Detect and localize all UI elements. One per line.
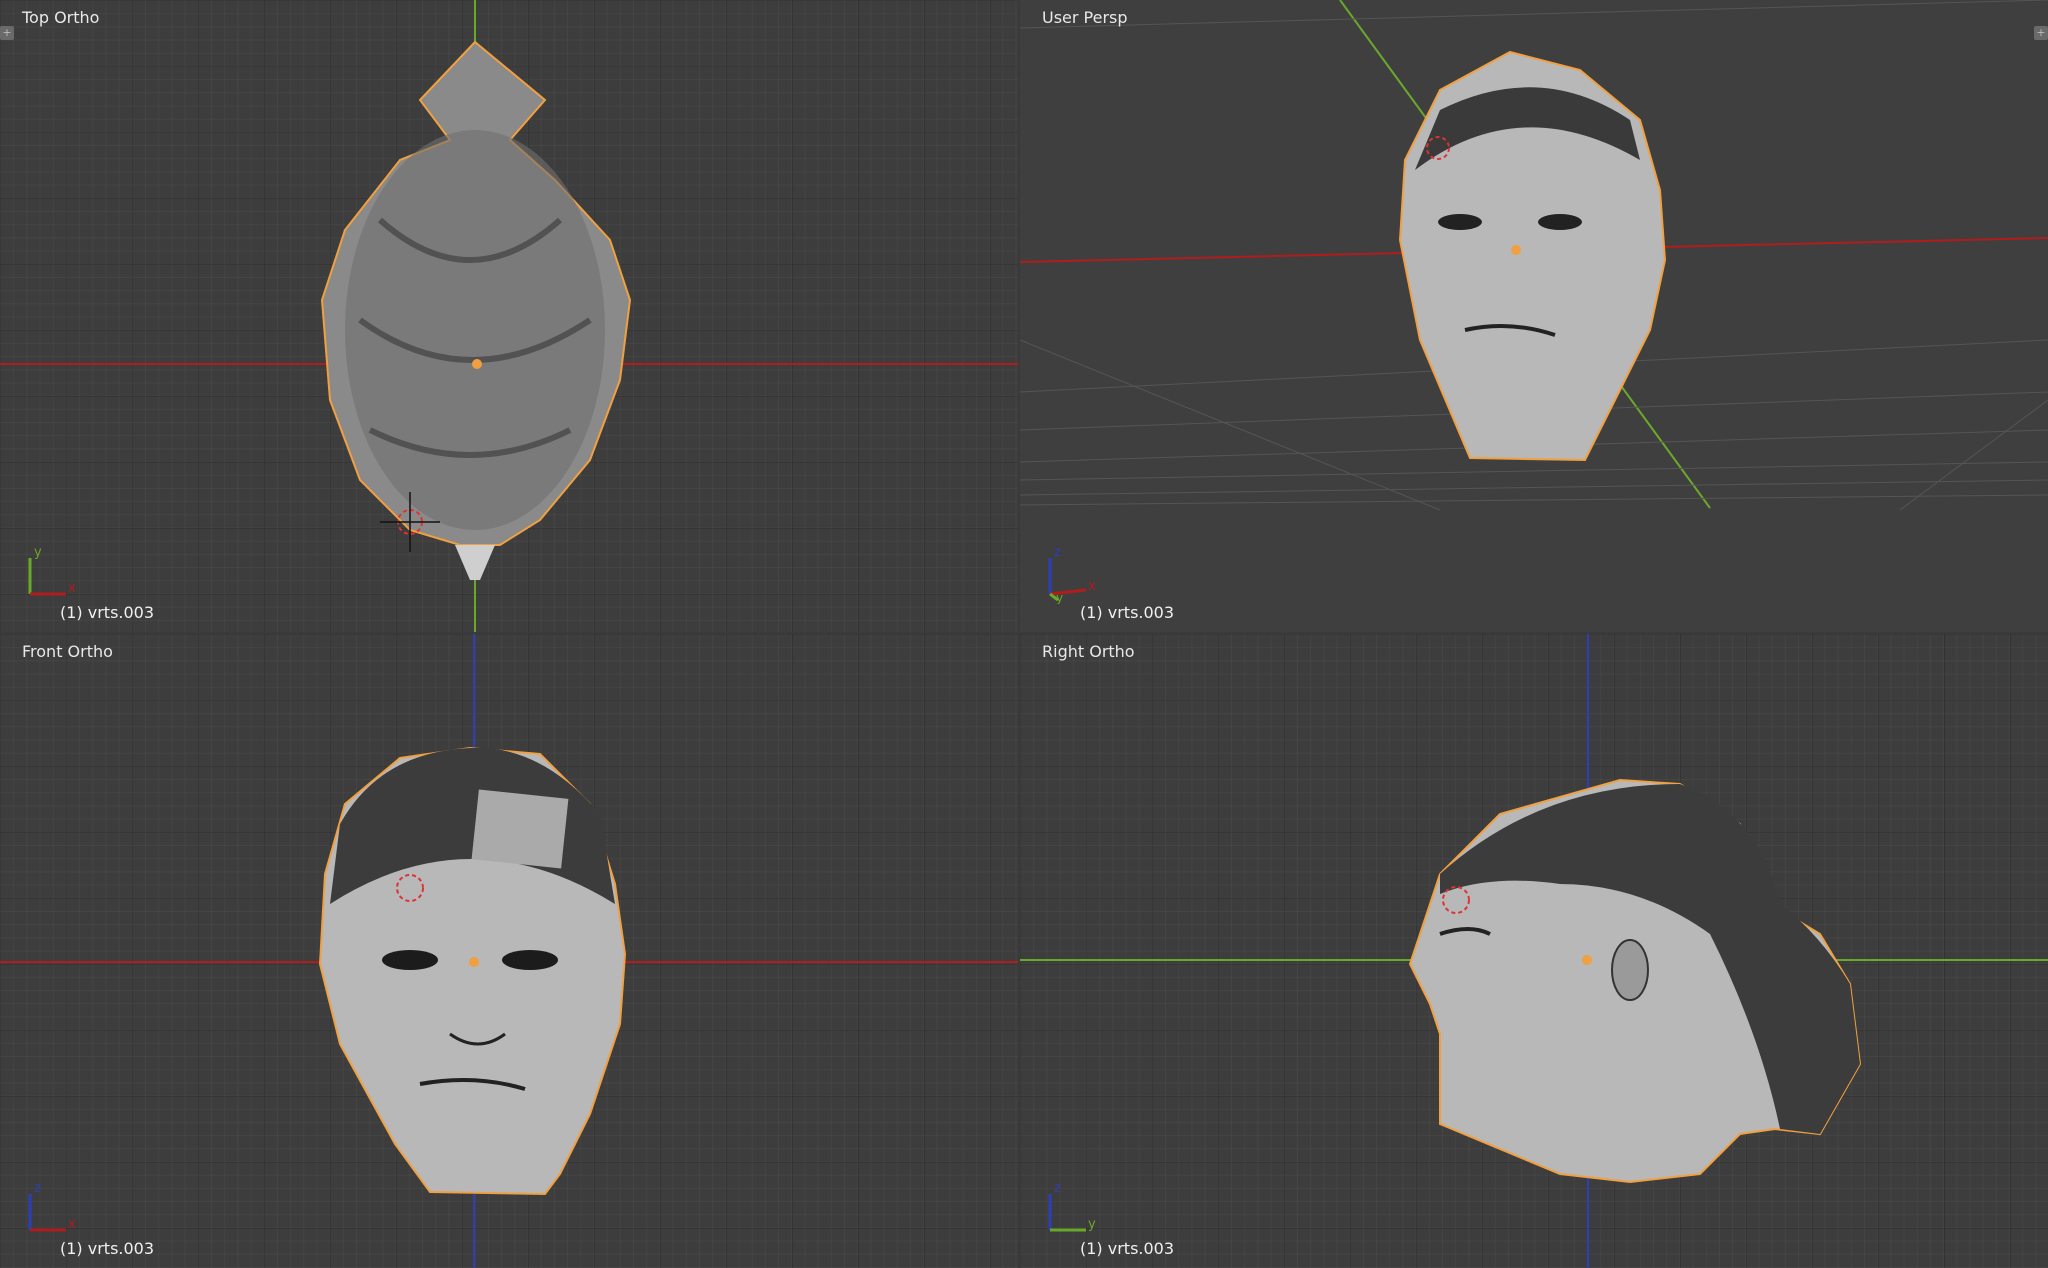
viewport-title: User Persp [1042,8,1128,27]
viewport-user-persp[interactable]: + User Persp z x y (1) vrts.003 [1020,0,2048,632]
axis-gizmo: z y [1048,1181,1096,1232]
gizmo-axis-label: y [1056,591,1063,604]
active-object-label: (1) vrts.003 [1080,1239,1175,1258]
right-ortho-scene [1020,634,2048,1268]
viewport-right-ortho[interactable]: Right Ortho z y (1) vrts.003 [1020,634,2048,1268]
active-object-label: (1) vrts.003 [60,603,155,622]
front-ortho-scene [0,634,1018,1268]
active-object-label: (1) vrts.003 [1080,603,1175,622]
viewport-split-icon[interactable]: + [0,26,14,40]
gizmo-axis-label: x [68,581,76,596]
axis-gizmo: z x y [1048,545,1096,604]
viewport-title: Front Ortho [22,642,113,661]
top-ortho-scene [0,0,1018,632]
gizmo-axis-label: z [1054,1181,1061,1196]
viewport-top-ortho[interactable]: + Top Ortho y x (1) vrts.003 [0,0,1018,632]
persp-scene [1020,0,2048,511]
gizmo-axis-label: z [1054,545,1061,560]
gizmo-axis-label: z [34,1181,41,1196]
viewport-title: Right Ortho [1042,642,1135,661]
viewport-front-ortho[interactable]: Front Ortho z x (1) vrts.003 [0,634,1018,1268]
axis-gizmo: z x [28,1181,76,1232]
gizmo-axis-label: y [1088,1217,1096,1232]
active-object-label: (1) vrts.003 [60,1239,155,1258]
viewport-split-icon[interactable]: + [2034,26,2048,40]
gizmo-axis-label: x [68,1217,76,1232]
gizmo-axis-label: x [1088,579,1096,594]
axis-gizmo: y x [28,545,76,596]
viewport-title: Top Ortho [22,8,100,27]
gizmo-axis-label: y [34,545,42,560]
